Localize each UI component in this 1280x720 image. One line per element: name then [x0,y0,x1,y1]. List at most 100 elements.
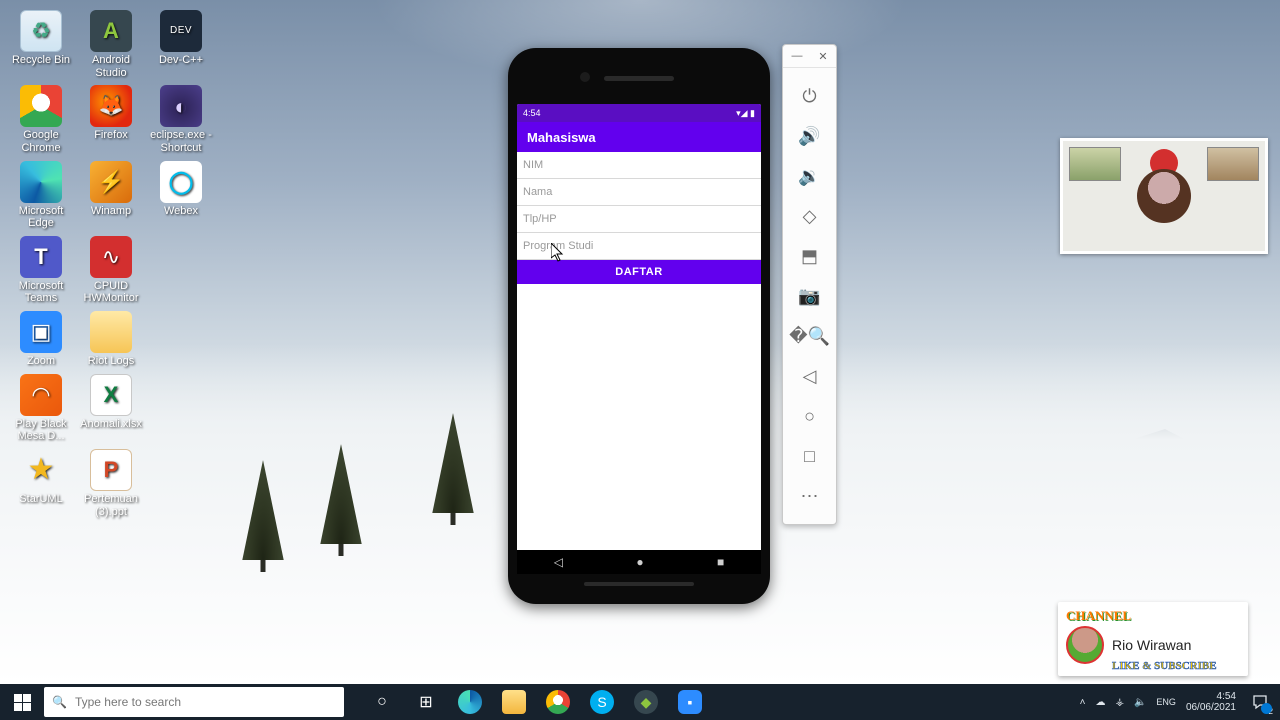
status-bar: 4:54 ▾◢ ▮ [517,104,761,122]
app-icon [20,236,62,278]
screenshot-button[interactable]: 📷 [783,276,836,316]
app-icon [20,10,62,52]
start-button[interactable] [0,684,44,720]
desktop-icon-label: Android Studio [78,54,144,79]
tray-cloud-icon[interactable]: ☁ [1095,697,1105,708]
action-center-button[interactable]: 2 [1246,688,1274,716]
recent-button[interactable]: ■ [717,555,724,569]
desktop-icon[interactable]: Dev-C++ [146,6,216,81]
tray-chevron-icon[interactable]: ˄ [1080,697,1086,708]
tlp-field[interactable] [517,206,761,232]
phone-camera [580,72,590,82]
desktop-icon[interactable]: Play Black Mesa D... [6,370,76,445]
nama-field[interactable] [517,179,761,205]
app-icon [20,85,62,127]
desktop-icon[interactable]: Winamp [76,157,146,232]
clock-date: 06/06/2021 [1186,702,1236,713]
desktop-icon[interactable]: Pertemuan (3).ppt [76,445,146,520]
phone-speaker [604,76,674,81]
desktop-icon-label: Microsoft Teams [8,280,74,305]
desktop-icon[interactable]: Anomali.xlsx [76,370,146,445]
volume-down-button[interactable]: 🔉 [783,156,836,196]
rotate-left-button[interactable]: ◇ [783,196,836,236]
desktop-icon[interactable]: Android Studio [76,6,146,81]
desktop-icon-label: Microsoft Edge [8,205,74,230]
power-button[interactable]: ⏻ [783,76,836,116]
app-icon [20,311,62,353]
daftar-button[interactable]: DAFTAR [517,260,761,284]
soft-nav-bar: ◁ ● ■ [517,550,761,574]
desktop-icon[interactable]: CPUID HWMonitor [76,232,146,307]
desktop-icon-label: Zoom [8,355,74,368]
app-icon [20,161,62,203]
home-nav-button[interactable]: ○ [783,396,836,436]
app-icon [20,449,62,491]
desktop-icon-label: eclipse.exe - Shortcut [148,129,214,154]
status-time: 4:54 [523,108,541,118]
app-icon [160,85,202,127]
edge-taskbar-icon[interactable] [450,684,490,720]
chrome-taskbar-icon[interactable] [538,684,578,720]
back-nav-button[interactable]: ◁ [783,356,836,396]
explorer-taskbar-icon[interactable] [494,684,534,720]
zoom-button[interactable]: �🔍 [783,316,836,356]
desktop-icon[interactable]: Riot Logs [76,307,146,370]
gesture-bar [584,582,694,586]
poster-left [1069,147,1121,181]
volume-icon[interactable]: 🔈 [1134,697,1146,708]
status-signal: ▾◢ ▮ [736,108,755,119]
notif-count: 2 [1269,707,1273,716]
presenter-face [1137,169,1191,223]
app-bar: Mahasiswa [517,122,761,152]
rotate-right-button[interactable]: ⬒ [783,236,836,276]
channel-card: CHANNEL Rio Wirawan LIKE & SUBSCRIBE [1058,602,1248,676]
cortana-button[interactable]: ○ [362,684,402,720]
wifi-icon[interactable]: ⚶ [1115,697,1124,708]
clock-time: 4:54 [1186,691,1236,702]
app-icon [90,85,132,127]
taskbar: 🔍 Type here to search ○ ⊞ S ◆ ▪ ˄ ☁ ⚶ 🔈 … [0,684,1280,720]
desktop-icon[interactable]: Recycle Bin [6,6,76,81]
emulator-minimize-button[interactable]: — [784,45,810,67]
desktop-icon[interactable]: Firefox [76,81,146,156]
taskbar-pinned: ○ ⊞ S ◆ ▪ [362,684,710,720]
desktop-icon[interactable]: Webex [146,157,216,232]
desktop-icon-label: Pertemuan (3).ppt [78,493,144,518]
app-icon [90,449,132,491]
skype-taskbar-icon[interactable]: S [582,684,622,720]
prodi-field[interactable] [517,233,761,259]
desktop-icon-label: Dev-C++ [148,54,214,67]
desktop-icon[interactable]: eclipse.exe - Shortcut [146,81,216,156]
desktop-icon[interactable]: Microsoft Teams [6,232,76,307]
back-button[interactable]: ◁ [554,555,563,569]
desktop-icon-label: Google Chrome [8,129,74,154]
desktop-icon-label: Webex [148,205,214,218]
app-icon [90,161,132,203]
desktop-icon[interactable]: StarUML [6,445,76,520]
android-studio-taskbar-icon[interactable]: ◆ [626,684,666,720]
nim-field[interactable] [517,152,761,178]
language-indicator[interactable]: ENG [1156,697,1176,707]
taskbar-search[interactable]: 🔍 Type here to search [44,687,344,717]
desktop-icon-label: Riot Logs [78,355,144,368]
app-icon [90,10,132,52]
emulator-close-button[interactable]: ✕ [810,45,836,67]
app-icon [90,374,132,416]
poster-right [1207,147,1259,181]
home-button[interactable]: ● [636,555,643,569]
app-icon [90,311,132,353]
channel-avatar [1066,626,1104,664]
desktop-icon[interactable]: Google Chrome [6,81,76,156]
desktop-icon[interactable]: Microsoft Edge [6,157,76,232]
taskbar-clock[interactable]: 4:54 06/06/2021 [1186,691,1236,713]
zoom-taskbar-icon[interactable]: ▪ [670,684,710,720]
more-button[interactable]: ⋯ [783,476,836,516]
phone-screen: 4:54 ▾◢ ▮ Mahasiswa DAFTAR [517,104,761,552]
overview-nav-button[interactable]: □ [783,436,836,476]
app-icon [90,236,132,278]
volume-up-button[interactable]: 🔊 [783,116,836,156]
desktop-icon[interactable]: Zoom [6,307,76,370]
task-view-button[interactable]: ⊞ [406,684,446,720]
channel-name: Rio Wirawan [1112,637,1191,653]
channel-subscribe-text: LIKE & SUBSCRIBE [1112,660,1240,672]
